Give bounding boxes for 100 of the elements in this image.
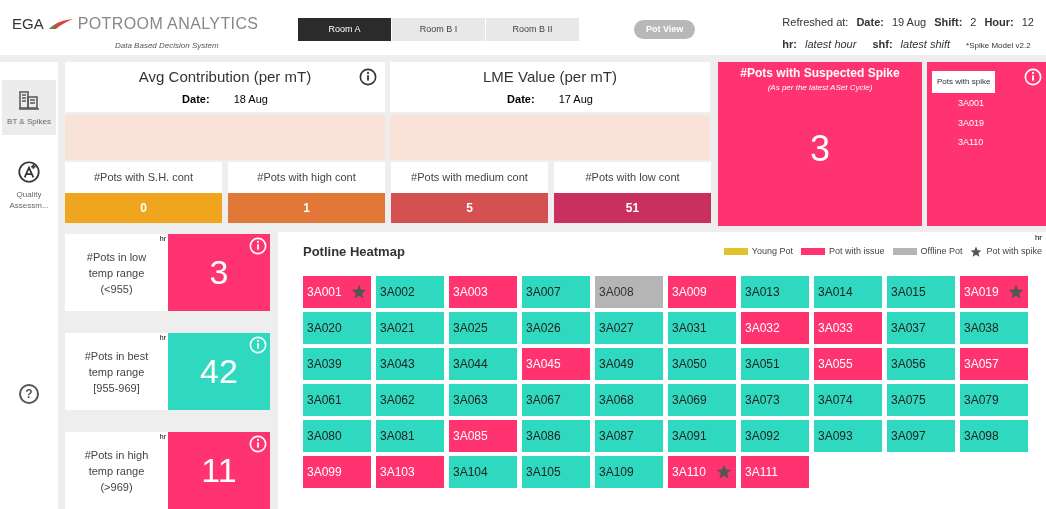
- pot-tile[interactable]: 3A019: [960, 275, 1028, 308]
- star-icon: [970, 245, 983, 258]
- temp-label: #Pots in high temp range (>969): [83, 447, 150, 495]
- pot-tile[interactable]: 3A110: [668, 455, 736, 488]
- tile-label: #Pots with S.H. cont: [65, 162, 222, 193]
- room-tab[interactable]: Room B I: [392, 18, 485, 41]
- pot-tile[interactable]: 3A104: [449, 455, 517, 488]
- pot-tile[interactable]: 3A061: [303, 383, 371, 416]
- legend-key: hr:: [782, 35, 798, 52]
- pot-tile[interactable]: 3A045: [522, 347, 590, 380]
- pot-tile[interactable]: 3A103: [376, 455, 444, 488]
- pot-tile[interactable]: 3A008: [595, 275, 663, 308]
- temp-label: #Pots in low temp range (<955): [85, 249, 148, 297]
- pot-tile[interactable]: 3A057: [960, 347, 1028, 380]
- pot-tile[interactable]: 3A027: [595, 311, 663, 344]
- info-icon[interactable]: [359, 68, 377, 86]
- pot-tile[interactable]: 3A056: [887, 347, 955, 380]
- spike-list-title: Pots with spike: [932, 71, 996, 93]
- pot-tile[interactable]: 3A093: [814, 419, 882, 452]
- room-tab[interactable]: Room B II: [486, 18, 579, 41]
- tile-label: #Pots with medium cont: [391, 162, 548, 193]
- legend-label: Young Pot: [751, 245, 794, 258]
- pot-tile[interactable]: 3A079: [960, 383, 1028, 416]
- pot-tile[interactable]: 3A021: [376, 311, 444, 344]
- pot-tile[interactable]: 3A033: [814, 311, 882, 344]
- card-date: 18 Aug: [233, 91, 268, 107]
- pot-tile[interactable]: 3A062: [376, 383, 444, 416]
- app-subtitle: Data Based Decision System: [115, 40, 220, 52]
- hr-tag: hr: [1034, 232, 1042, 244]
- tile-value: 5: [391, 193, 548, 223]
- pot-tile[interactable]: 3A075: [887, 383, 955, 416]
- sidebar-item[interactable]: BT & Spikes: [2, 80, 56, 135]
- pot-tile[interactable]: 3A092: [741, 419, 809, 452]
- pot-tile[interactable]: 3A091: [668, 419, 736, 452]
- pot-tile[interactable]: 3A002: [376, 275, 444, 308]
- pot-tile[interactable]: 3A086: [522, 419, 590, 452]
- legend-key: shf:: [872, 35, 893, 52]
- quality-icon: [16, 159, 42, 185]
- refresh-label: Refreshed at:: [782, 15, 849, 30]
- pot-tile[interactable]: 3A069: [668, 383, 736, 416]
- heatmap-title: Potline Heatmap: [303, 243, 405, 261]
- pot-tile[interactable]: 3A026: [522, 311, 590, 344]
- pot-tile[interactable]: 3A015: [887, 275, 955, 308]
- star-icon: [351, 283, 367, 300]
- pot-tile[interactable]: 3A073: [741, 383, 809, 416]
- temp-count: 42: [168, 333, 270, 410]
- pot-tile[interactable]: 3A051: [741, 347, 809, 380]
- pot-tile[interactable]: 3A020: [303, 311, 371, 344]
- pot-tile[interactable]: 3A081: [376, 419, 444, 452]
- pot-tile[interactable]: 3A014: [814, 275, 882, 308]
- pot-tile[interactable]: 3A105: [522, 455, 590, 488]
- spike-subtitle: (As per the latest ASet Cycle): [767, 82, 873, 94]
- tile-label: #Pots with low cont: [554, 162, 711, 193]
- pot-tile[interactable]: 3A063: [449, 383, 517, 416]
- pot-tile[interactable]: 3A109: [595, 455, 663, 488]
- pot-tile[interactable]: 3A031: [668, 311, 736, 344]
- spike-pot: 3A110: [958, 136, 985, 149]
- pot-tile[interactable]: 3A009: [668, 275, 736, 308]
- pot-tile[interactable]: 3A049: [595, 347, 663, 380]
- pot-tile[interactable]: 3A055: [814, 347, 882, 380]
- pot-tile[interactable]: 3A097: [887, 419, 955, 452]
- star-icon: [716, 463, 732, 480]
- pot-tile[interactable]: 3A043: [376, 347, 444, 380]
- pot-tile[interactable]: 3A025: [449, 311, 517, 344]
- pot-tile[interactable]: 3A067: [522, 383, 590, 416]
- pot-tile[interactable]: 3A087: [595, 419, 663, 452]
- legend-value: latest hour: [805, 36, 857, 52]
- pot-tile[interactable]: 3A037: [887, 311, 955, 344]
- pot-tile[interactable]: 3A003: [449, 275, 517, 308]
- pot-tile[interactable]: 3A039: [303, 347, 371, 380]
- hour-value: 12: [1021, 15, 1034, 30]
- shift-value: 2: [970, 15, 977, 30]
- card-title: LME Value (per mT): [483, 67, 617, 87]
- legend-label: Pot with issue: [829, 245, 885, 258]
- pot-tile[interactable]: 3A050: [668, 347, 736, 380]
- sidebar-item[interactable]: Quality Assessm...: [2, 151, 56, 219]
- pot-tile[interactable]: 3A111: [741, 455, 809, 488]
- pot-tile[interactable]: 3A007: [522, 275, 590, 308]
- legend-label: Pot with spike: [986, 245, 1042, 258]
- pot-tile[interactable]: 3A001: [303, 275, 371, 308]
- pot-tile[interactable]: 3A032: [741, 311, 809, 344]
- pot-tile[interactable]: 3A080: [303, 419, 371, 452]
- pot-tile[interactable]: 3A098: [960, 419, 1028, 452]
- pot-tile[interactable]: 3A074: [814, 383, 882, 416]
- card-date: 17 Aug: [558, 91, 593, 107]
- pot-tile[interactable]: 3A099: [303, 455, 371, 488]
- date-label: Date:: [856, 15, 884, 30]
- pot-tile[interactable]: 3A044: [449, 347, 517, 380]
- building-icon: [17, 88, 41, 112]
- room-tab[interactable]: Room A: [298, 18, 391, 41]
- refresh-date: 19 Aug: [891, 15, 927, 30]
- help-icon[interactable]: ?: [19, 384, 39, 404]
- pot-tile[interactable]: 3A013: [741, 275, 809, 308]
- pot-tile[interactable]: 3A068: [595, 383, 663, 416]
- pot-tile[interactable]: 3A038: [960, 311, 1028, 344]
- date-label: Date:: [182, 91, 210, 107]
- legend-label: Offline Pot: [920, 245, 963, 258]
- spike-count: 3: [810, 127, 830, 171]
- tile-value: 1: [228, 193, 385, 223]
- pot-tile[interactable]: 3A085: [449, 419, 517, 452]
